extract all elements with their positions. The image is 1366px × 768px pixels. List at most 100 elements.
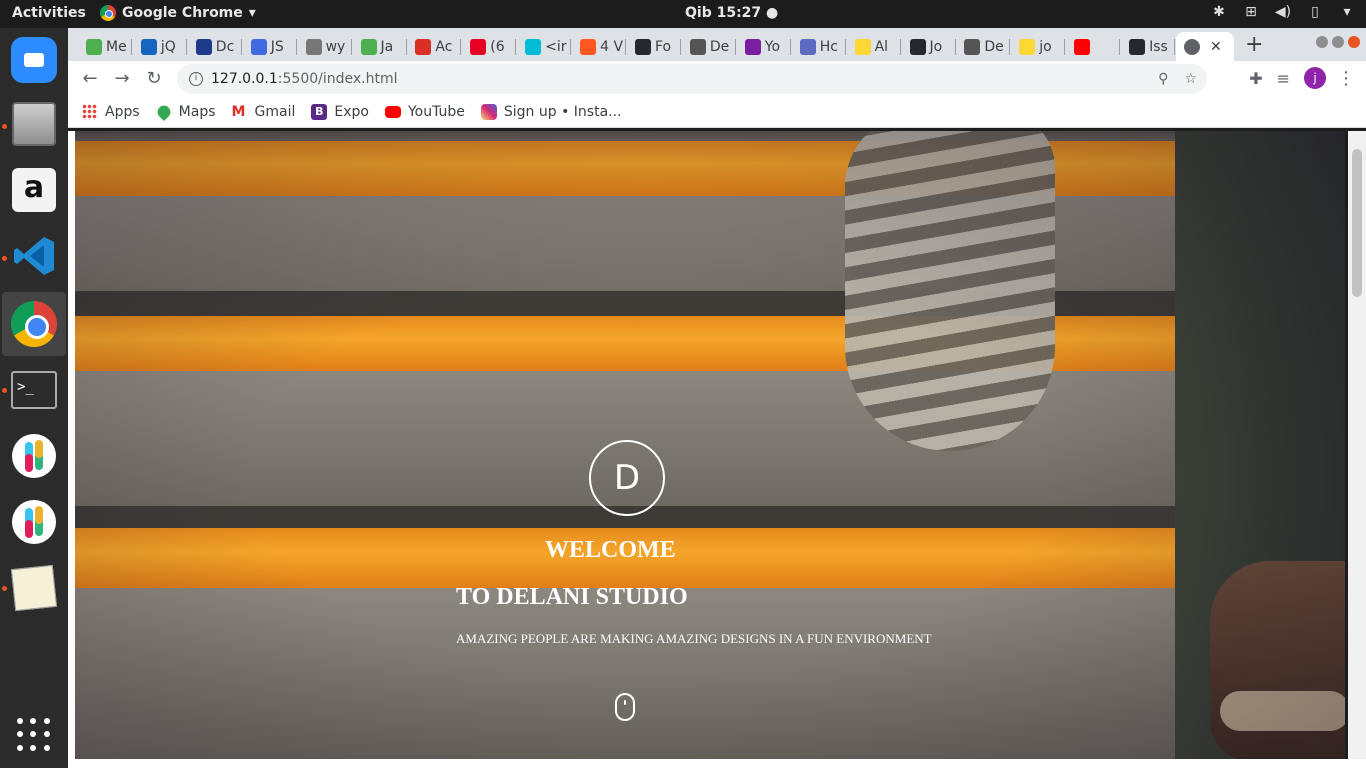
dock-files[interactable] xyxy=(10,100,58,148)
tab-favicon-icon xyxy=(1074,38,1091,55)
tab-strip: Me jQ Dc JS wy Ja Ac (6 <ir 4 V Fo De Yo Hc Al Jo De jo Is… xyxy=(68,28,1366,61)
battery-icon[interactable]: ▯ xyxy=(1306,4,1324,22)
tab-favicon-icon xyxy=(689,38,706,55)
slack-icon xyxy=(12,500,56,544)
vignette-overlay xyxy=(75,131,1345,759)
system-tray[interactable]: ✱ ⊞ ◀) ▯ ▾ xyxy=(1210,4,1356,22)
chrome-icon xyxy=(100,5,116,21)
dock-slack-2[interactable] xyxy=(10,498,58,546)
show-applications-icon[interactable] xyxy=(17,718,51,752)
tab-favicon-icon xyxy=(1019,38,1036,55)
site-info-icon[interactable]: i xyxy=(189,72,203,86)
browser-tab[interactable]: wy xyxy=(298,32,352,61)
browser-tab[interactable]: Yo xyxy=(737,32,791,61)
volume-icon[interactable]: ◀) xyxy=(1274,4,1292,22)
dock-zoom[interactable] xyxy=(10,36,58,84)
tab-label: 4 V xyxy=(600,38,624,55)
browser-tab[interactable]: Me xyxy=(78,32,132,61)
browser-tab[interactable]: (6 xyxy=(462,32,517,61)
tab-label: Ja xyxy=(380,38,394,55)
browser-tab[interactable]: Jo xyxy=(902,32,956,61)
tab-favicon-icon xyxy=(140,38,157,55)
browser-tab[interactable]: De xyxy=(956,32,1011,61)
tab-separator xyxy=(954,39,956,55)
address-bar[interactable]: i 127.0.0.1:5500/index.html ⚲ ☆ xyxy=(177,64,1207,94)
close-tab-icon[interactable]: ✕ xyxy=(1210,39,1222,55)
dock-amazon[interactable]: a xyxy=(10,166,58,214)
running-indicator xyxy=(2,388,7,393)
tab-label: De xyxy=(984,38,1004,55)
app-menu-label: Google Chrome xyxy=(122,5,243,21)
browser-tab[interactable]: Hc xyxy=(792,32,846,61)
tab-separator xyxy=(295,39,297,55)
profile-avatar[interactable]: j xyxy=(1304,67,1326,89)
zoom-icon[interactable]: ⚲ xyxy=(1158,64,1168,94)
reload-button[interactable]: ↻ xyxy=(142,67,166,91)
tab-active[interactable]: ✕ xyxy=(1176,32,1234,61)
tab-label: Dc xyxy=(215,38,235,55)
url-host: 127.0.0.1 xyxy=(211,71,278,87)
tab-label: Hc xyxy=(819,38,838,55)
tab-label: JS xyxy=(270,38,284,55)
browser-tab[interactable] xyxy=(1066,32,1121,61)
browser-tab[interactable]: <ir xyxy=(517,32,572,61)
browser-tab[interactable]: jQ xyxy=(133,32,187,61)
page-left-margin xyxy=(68,131,75,768)
bookmark-item[interactable]: Apps xyxy=(82,104,140,120)
minimize-button[interactable] xyxy=(1316,36,1328,48)
forward-button[interactable]: → xyxy=(110,67,134,91)
activities-button[interactable]: Activities xyxy=(12,5,86,21)
browser-tab[interactable]: jo xyxy=(1011,32,1066,61)
bookmark-star-icon[interactable]: ☆ xyxy=(1184,64,1197,94)
tab-favicon-icon xyxy=(635,38,651,55)
dock-terminal[interactable]: >_ xyxy=(10,366,58,414)
browser-tab[interactable]: 4 V xyxy=(572,32,627,61)
bookmark-label: Apps xyxy=(105,104,140,120)
instagram-icon xyxy=(480,104,497,120)
browser-tab[interactable]: Dc xyxy=(188,32,242,61)
browser-tab[interactable]: JS xyxy=(243,32,297,61)
browser-tab[interactable]: Ac xyxy=(407,32,462,61)
tab-favicon-icon xyxy=(250,38,267,55)
app-menu[interactable]: Google Chrome ▾ xyxy=(100,5,256,21)
browser-tab[interactable]: Ja xyxy=(353,32,407,61)
browser-tab[interactable]: Al xyxy=(847,32,901,61)
dock-vscode[interactable] xyxy=(10,232,58,280)
bookmark-item[interactable]: Maps xyxy=(154,102,216,122)
bookmark-item[interactable]: YouTube xyxy=(384,104,465,120)
media-queue-icon[interactable]: ≡ xyxy=(1277,69,1290,88)
scroll-mouse-icon[interactable] xyxy=(615,693,635,721)
bookmark-label: Gmail xyxy=(254,104,296,120)
slack-tray-icon[interactable]: ✱ xyxy=(1210,4,1228,22)
bookmark-item[interactable]: Sign up • Insta... xyxy=(480,104,622,120)
back-button[interactable]: ← xyxy=(78,67,102,91)
tab-favicon-icon xyxy=(305,38,322,55)
caret-down-icon[interactable]: ▾ xyxy=(1338,4,1356,22)
tab-separator xyxy=(515,39,517,55)
amazon-icon: a xyxy=(12,168,56,212)
url-path: :5500/index.html xyxy=(277,71,398,87)
clock[interactable]: Qib 15:27 ● xyxy=(685,5,778,21)
close-window-button[interactable] xyxy=(1348,36,1360,48)
tab-separator xyxy=(131,39,132,55)
bookmark-item[interactable]: M Gmail xyxy=(232,104,296,120)
maps-icon xyxy=(154,102,173,122)
browser-tab[interactable]: Fo xyxy=(627,32,681,61)
tab-separator xyxy=(1064,39,1066,55)
dock-text-editor[interactable] xyxy=(10,564,58,612)
tab-favicon-icon xyxy=(580,38,597,55)
browser-tab[interactable]: De xyxy=(682,32,736,61)
new-tab-button[interactable]: + xyxy=(1245,32,1263,57)
menu-kebab-icon[interactable]: ⋮ xyxy=(1334,67,1358,91)
dock-chrome[interactable] xyxy=(2,292,66,356)
page-scrollbar[interactable] xyxy=(1348,131,1366,759)
scroll-thumb[interactable] xyxy=(1352,149,1362,297)
tab-favicon-icon xyxy=(525,38,542,55)
browser-tab[interactable]: Iss xyxy=(1121,32,1176,61)
bookmark-item[interactable]: B Expo xyxy=(311,104,369,120)
tab-label: Yo xyxy=(764,38,781,55)
maximize-button[interactable] xyxy=(1332,36,1344,48)
network-icon[interactable]: ⊞ xyxy=(1242,4,1260,22)
dock-slack[interactable] xyxy=(10,432,58,480)
extensions-icon[interactable]: ✚ xyxy=(1249,69,1262,88)
